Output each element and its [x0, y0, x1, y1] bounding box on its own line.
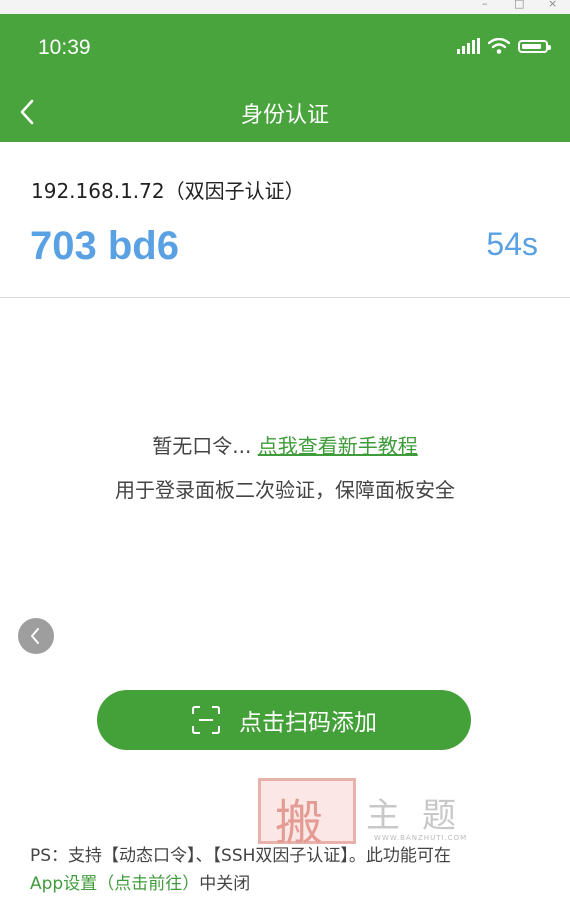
chevron-left-icon — [31, 628, 39, 644]
watermark-logo: 搬 — [258, 778, 356, 851]
floating-back-button[interactable] — [18, 618, 54, 654]
status-icons — [457, 38, 551, 54]
signal-icon — [457, 38, 480, 54]
watermark: 搬 主题 WWW.BANZHUTI.COM — [258, 778, 488, 851]
ps-note-line1: PS：支持【动态口令】、【SSH双因子认证】。此功能可在 — [30, 846, 451, 866]
watermark-url: WWW.BANZHUTI.COM — [374, 834, 468, 842]
empty-state-message: 暂无口令... 点我查看新手教程 — [0, 430, 570, 459]
app-header: 10:39 身份认证 — [0, 14, 570, 142]
token-item[interactable]: 192.168.1.72（双因子认证） 703 bd6 54s — [0, 142, 570, 298]
tutorial-link[interactable]: 点我查看新手教程 — [258, 434, 418, 458]
empty-message-text: 暂无口令... — [152, 434, 258, 458]
wifi-icon — [488, 38, 510, 54]
ps-note-line2: App设置（点击前往）中关闭 — [30, 870, 550, 898]
empty-state-description: 用于登录面板二次验证，保障面板安全 — [115, 478, 455, 502]
window-chrome: – □ × — [0, 0, 570, 14]
scan-add-label: 点击扫码添加 — [239, 710, 377, 736]
close-button[interactable]: × — [548, 0, 557, 10]
minimize-button[interactable]: – — [482, 0, 488, 10]
battery-level — [522, 43, 541, 49]
battery-icon — [518, 39, 551, 53]
page-title: 身份认证 — [240, 103, 329, 128]
app-settings-link[interactable]: App设置（点击前往） — [30, 874, 199, 894]
token-host: 192.168.1.72（双因子认证） — [31, 179, 305, 203]
scan-add-button[interactable]: 点击扫码添加 — [97, 690, 471, 750]
ps-note: PS：支持【动态口令】、【SSH双因子认证】。此功能可在 App设置（点击前往）… — [30, 842, 550, 898]
maximize-button[interactable]: □ — [514, 0, 524, 10]
scan-icon — [192, 706, 220, 734]
ps-note-line2-rest: 中关闭 — [199, 874, 251, 894]
token-code[interactable]: 703 bd6 — [30, 224, 179, 269]
status-time: 10:39 — [38, 36, 91, 59]
token-timer: 54s — [486, 226, 538, 262]
watermark-text: 主题 — [366, 796, 478, 836]
